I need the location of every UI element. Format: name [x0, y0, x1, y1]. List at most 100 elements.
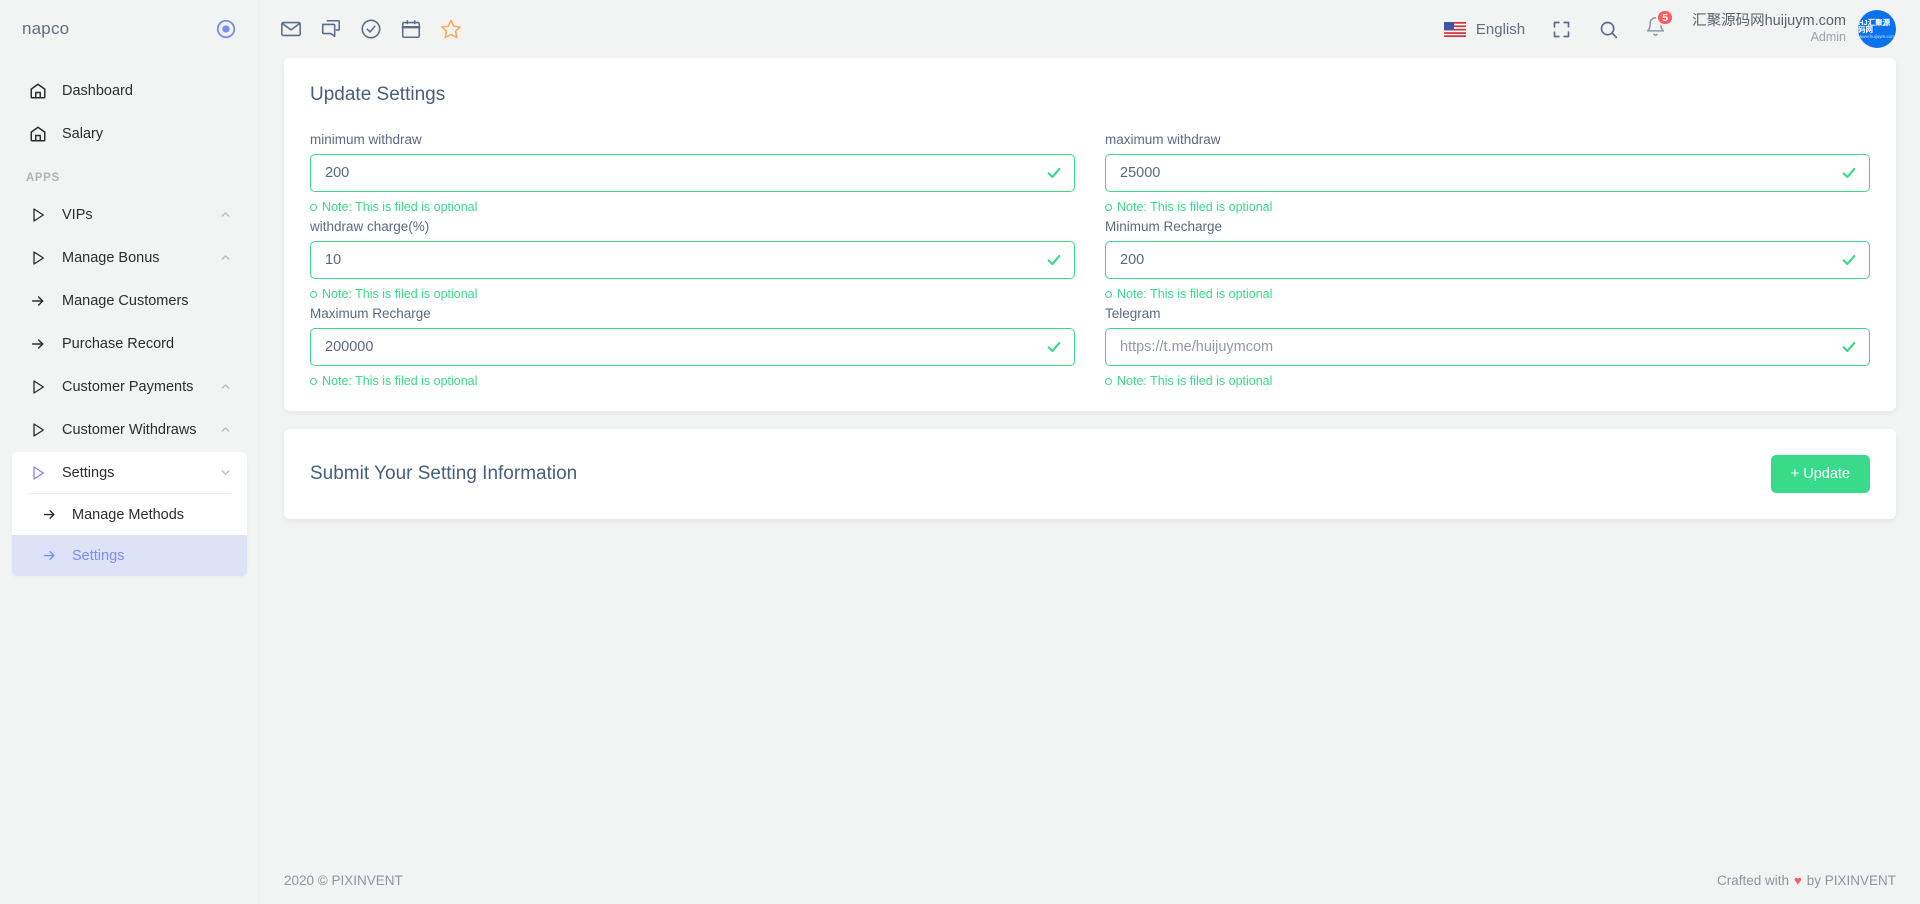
search-icon[interactable] [1598, 19, 1619, 40]
field-telegram: Telegram Note: This is filed is optional [1105, 302, 1870, 389]
language-selector[interactable]: English [1443, 20, 1526, 38]
maximum-withdraw-input[interactable] [1105, 154, 1870, 192]
telegram-input[interactable] [1105, 328, 1870, 366]
field-note: Note: This is filed is optional [310, 373, 1075, 389]
field-note: Note: This is filed is optional [1105, 199, 1870, 215]
sidebar-item-label: Manage Bonus [62, 249, 160, 266]
note-text: Note: This is filed is optional [322, 200, 478, 214]
note-circle-icon [310, 377, 317, 385]
field-label: maximum withdraw [1105, 132, 1221, 147]
sidebar: napco Dashboard Salary APPS VIPs Manage … [0, 0, 260, 904]
withdraw-charge-input[interactable] [310, 241, 1075, 279]
note-text: Note: This is filed is optional [322, 374, 478, 388]
avatar[interactable]: HJ汇聚源码网 www.huijuym.com [1858, 10, 1896, 48]
footer-credit-suffix: by PIXINVENT [1806, 872, 1896, 888]
maximum-recharge-input[interactable] [310, 328, 1075, 366]
star-icon[interactable] [440, 18, 462, 40]
chevron-down-icon [219, 466, 233, 480]
minimum-recharge-input[interactable] [1105, 241, 1870, 279]
sidebar-section-apps: APPS [26, 172, 60, 184]
sidebar-item-label: Manage Customers [62, 292, 189, 309]
avatar-primary-text: HJ汇聚源码网 [1858, 17, 1891, 35]
field-maximum-withdraw: maximum withdraw Note: This is filed is … [1105, 128, 1870, 215]
play-triangle-icon [28, 248, 48, 268]
sidebar-item-label: VIPs [62, 206, 93, 223]
arrow-right-icon [28, 334, 48, 354]
sidebar-item-label: Purchase Record [62, 335, 175, 352]
home-icon [28, 81, 48, 101]
sidebar-brand[interactable]: napco [0, 0, 259, 58]
sidebar-item-vips[interactable]: VIPs [12, 194, 247, 235]
sidebar-item-salary[interactable]: Salary [12, 113, 247, 154]
us-flag-icon [1443, 21, 1466, 37]
field-note: Note: This is filed is optional [1105, 373, 1870, 389]
topbar-right: English 5 汇聚源码网huijuym.com Admin HJ汇聚源码网… [1443, 9, 1896, 48]
notification-badge: 5 [1656, 9, 1675, 26]
sidebar-item-customer-withdraws[interactable]: Customer Withdraws [12, 409, 247, 450]
play-triangle-icon [28, 377, 48, 397]
update-settings-card: Update Settings minimum withdraw 200 Not… [284, 58, 1896, 411]
input-wrapper [1105, 328, 1870, 366]
check-circle-icon[interactable] [360, 18, 382, 40]
language-label: English [1475, 20, 1526, 38]
note-text: Note: This is filed is optional [322, 287, 478, 301]
submit-card: Submit Your Setting Information + Update [284, 429, 1896, 519]
note-circle-icon [310, 203, 317, 211]
field-label: Minimum Recharge [1105, 219, 1223, 234]
field-withdraw-charge: withdraw charge(%) Note: This is filed i… [310, 215, 1075, 302]
footer-credit-prefix: Crafted with [1716, 872, 1789, 888]
note-circle-icon [1105, 290, 1112, 298]
chevron-up-icon [219, 380, 233, 394]
sidebar-item-dashboard[interactable]: Dashboard [12, 70, 247, 111]
update-button[interactable]: + Update [1770, 455, 1870, 493]
sidebar-item-manage-customers[interactable]: Manage Customers [12, 280, 247, 321]
page-title: Update Settings [310, 84, 446, 105]
field-note: Note: This is filed is optional [310, 199, 1075, 215]
chat-icon[interactable] [320, 18, 342, 40]
sidebar-item-label: Customer Withdraws [62, 421, 197, 438]
sidebar-item-label: Manage Methods [72, 506, 185, 523]
sidebar-item-label: Settings [72, 547, 125, 564]
play-triangle-icon [28, 205, 48, 225]
chevron-up-icon [219, 208, 233, 222]
user-info[interactable]: 汇聚源码网huijuym.com Admin [1692, 12, 1846, 46]
input-wrapper [310, 154, 1075, 192]
sidebar-item-manage-bonus[interactable]: Manage Bonus [12, 237, 247, 278]
chevron-up-icon [219, 423, 233, 437]
field-label: minimum withdraw [310, 132, 422, 147]
input-wrapper [1105, 154, 1870, 192]
field-maximum-recharge: Maximum Recharge Note: This is filed is … [310, 302, 1075, 389]
mail-icon[interactable] [280, 18, 302, 40]
notifications-button[interactable]: 5 [1645, 9, 1675, 42]
arrow-right-icon [28, 291, 48, 311]
footer: 2020 © PIXINVENT Crafted with ♥ by PIXIN… [260, 856, 1920, 904]
brand-name: napco [22, 19, 70, 38]
field-label: Telegram [1105, 306, 1161, 321]
sidebar-item-label: Settings [62, 464, 115, 481]
user-name: 汇聚源码网huijuym.com [1692, 13, 1846, 30]
circle-dot-icon[interactable] [215, 18, 237, 40]
sidebar-item-customer-payments[interactable]: Customer Payments [12, 366, 247, 407]
arrow-right-icon [40, 547, 58, 565]
footer-copyright: 2020 © PIXINVENT [284, 872, 403, 888]
note-circle-icon [1105, 203, 1112, 211]
field-label: withdraw charge(%) [310, 219, 430, 234]
fullscreen-icon[interactable] [1551, 19, 1572, 40]
arrow-right-icon [40, 506, 58, 524]
calendar-icon[interactable] [400, 18, 422, 40]
sidebar-item-manage-methods[interactable]: Manage Methods [12, 494, 247, 535]
minimum-withdraw-input[interactable] [310, 154, 1075, 192]
sidebar-item-purchase-record[interactable]: Purchase Record [12, 323, 247, 364]
note-text: Note: This is filed is optional [1117, 287, 1273, 301]
submit-title: Submit Your Setting Information [310, 463, 578, 484]
app-root: napco Dashboard Salary APPS VIPs Manage … [0, 0, 1920, 904]
sidebar-item-settings[interactable]: Settings [12, 452, 247, 493]
field-note: Note: This is filed is optional [310, 286, 1075, 302]
footer-credit: Crafted with ♥ by PIXINVENT [1717, 873, 1896, 888]
sidebar-item-label: Dashboard [62, 82, 133, 99]
note-circle-icon [310, 290, 317, 298]
field-minimum-recharge: Minimum Recharge Note: This is filed is … [1105, 215, 1870, 302]
sidebar-item-settings-child[interactable]: Settings [12, 535, 247, 576]
home-icon [28, 124, 48, 144]
input-wrapper [310, 328, 1075, 366]
